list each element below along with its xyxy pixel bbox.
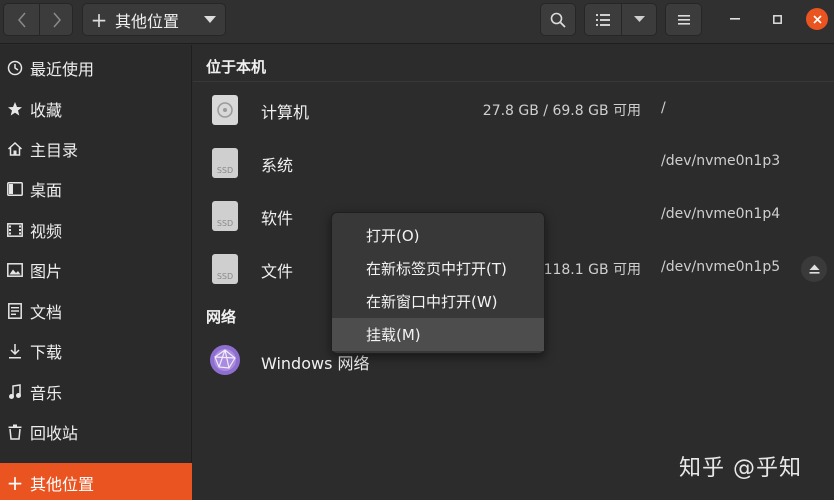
ssd-icon: SSD [211, 200, 239, 236]
view-button-group [584, 3, 657, 36]
sidebar-item-label: 音乐 [30, 384, 63, 403]
device-mount-point: /dev/nvme0n1p5 [661, 259, 781, 275]
ssd-icon: SSD [211, 147, 239, 183]
sidebar-item-label: 收藏 [30, 101, 63, 120]
star-icon [0, 101, 30, 117]
harddisk-icon [211, 94, 239, 130]
sidebar-item-label: 最近使用 [30, 60, 95, 79]
svg-text:SSD: SSD [217, 272, 233, 281]
device-name: 计算机 [261, 103, 310, 122]
close-button[interactable] [806, 8, 828, 30]
home-icon [0, 141, 30, 157]
header-bar: + 其他位置 [0, 0, 834, 44]
close-icon [812, 14, 822, 24]
list-view-button[interactable] [585, 4, 621, 35]
menu-item-open-new-tab[interactable]: 在新标签页中打开(T) [332, 252, 544, 285]
caret-down-icon [634, 16, 645, 22]
sidebar-item-home[interactable]: 主目录 [0, 129, 192, 169]
plus-icon: + [90, 7, 108, 32]
device-mount-point: /dev/nvme0n1p3 [661, 153, 781, 169]
sidebar-item-music[interactable]: 音乐 [0, 372, 192, 412]
svg-text:SSD: SSD [217, 166, 233, 175]
eject-icon [809, 264, 819, 274]
document-icon [0, 303, 30, 319]
menu-item-open-new-window[interactable]: 在新窗口中打开(W) [332, 285, 544, 318]
nav-button-group [3, 3, 73, 36]
network-icon [209, 344, 241, 380]
sidebar: 最近使用 收藏 主目录 桌面 视频 图片 文档 下载 音乐 回收站 + 其他位置 [0, 45, 192, 500]
search-icon [550, 12, 566, 28]
sidebar-item-documents[interactable]: 文档 [0, 291, 192, 331]
search-button[interactable] [540, 3, 576, 36]
view-options-button[interactable] [622, 4, 657, 35]
sidebar-item-label: 主目录 [30, 141, 79, 160]
menu-item-mount[interactable]: 挂载(M) [332, 318, 544, 351]
sidebar-item-label: 其他位置 [30, 475, 95, 494]
sidebar-item-label: 视频 [30, 222, 63, 241]
hamburger-icon [677, 14, 690, 25]
chevron-right-icon [53, 12, 61, 27]
section-header-network: 网络 [206, 308, 237, 326]
svg-text:SSD: SSD [217, 219, 233, 228]
maximize-icon [772, 14, 782, 24]
sidebar-item-label: 文档 [30, 303, 63, 322]
image-icon [0, 263, 30, 277]
section-header-local: 位于本机 [206, 58, 267, 76]
device-name: 系统 [261, 156, 294, 175]
sidebar-item-label: 回收站 [30, 424, 79, 443]
sidebar-item-desktop[interactable]: 桌面 [0, 169, 192, 209]
device-capacity: 118.1 GB 可用 [543, 262, 641, 278]
sidebar-item-label: 桌面 [30, 181, 63, 200]
device-mount-point: / [661, 100, 666, 116]
sidebar-item-recent[interactable]: 最近使用 [0, 48, 192, 88]
video-icon [0, 223, 30, 237]
minimize-icon [730, 18, 740, 20]
device-name: 文件 [261, 262, 294, 281]
download-icon [0, 343, 30, 359]
trash-icon [0, 424, 30, 440]
watermark: 知乎 @乎知 [679, 456, 802, 481]
caret-down-icon [195, 15, 225, 24]
sidebar-item-trash[interactable]: 回收站 [0, 412, 192, 452]
sidebar-item-label: 下载 [30, 343, 63, 362]
ssd-icon: SSD [211, 253, 239, 289]
sidebar-item-starred[interactable]: 收藏 [0, 89, 192, 129]
back-button[interactable] [4, 4, 39, 35]
chevron-left-icon [17, 12, 26, 27]
sidebar-item-videos[interactable]: 视频 [0, 210, 192, 250]
sidebar-item-downloads[interactable]: 下载 [0, 331, 192, 371]
hamburger-menu-button[interactable] [665, 3, 702, 36]
location-label: 其他位置 [115, 11, 180, 31]
sidebar-item-label: 图片 [30, 262, 63, 281]
device-capacity: 27.8 GB / 69.8 GB 可用 [482, 103, 641, 119]
device-name: 软件 [261, 209, 294, 228]
minimize-button[interactable] [724, 8, 746, 30]
device-mount-point: /dev/nvme0n1p4 [661, 206, 781, 222]
clock-icon [0, 60, 30, 76]
forward-button[interactable] [40, 4, 74, 35]
context-menu: 打开(O) 在新标签页中打开(T) 在新窗口中打开(W) 挂载(M) [331, 212, 545, 354]
device-row-system[interactable]: SSD 系统 /dev/nvme0n1p3 [193, 137, 834, 189]
menu-item-open[interactable]: 打开(O) [332, 219, 544, 252]
eject-button[interactable] [801, 256, 827, 282]
list-view-icon [596, 13, 610, 26]
desktop-icon [0, 182, 30, 196]
sidebar-item-other-locations[interactable]: + 其他位置 [0, 463, 192, 500]
plus-icon: + [6, 471, 24, 495]
music-icon [0, 384, 30, 400]
sidebar-item-pictures[interactable]: 图片 [0, 250, 192, 290]
device-row-computer[interactable]: 计算机 27.8 GB / 69.8 GB 可用 / [193, 84, 834, 136]
location-button[interactable]: + 其他位置 [82, 3, 226, 36]
maximize-button[interactable] [766, 8, 788, 30]
